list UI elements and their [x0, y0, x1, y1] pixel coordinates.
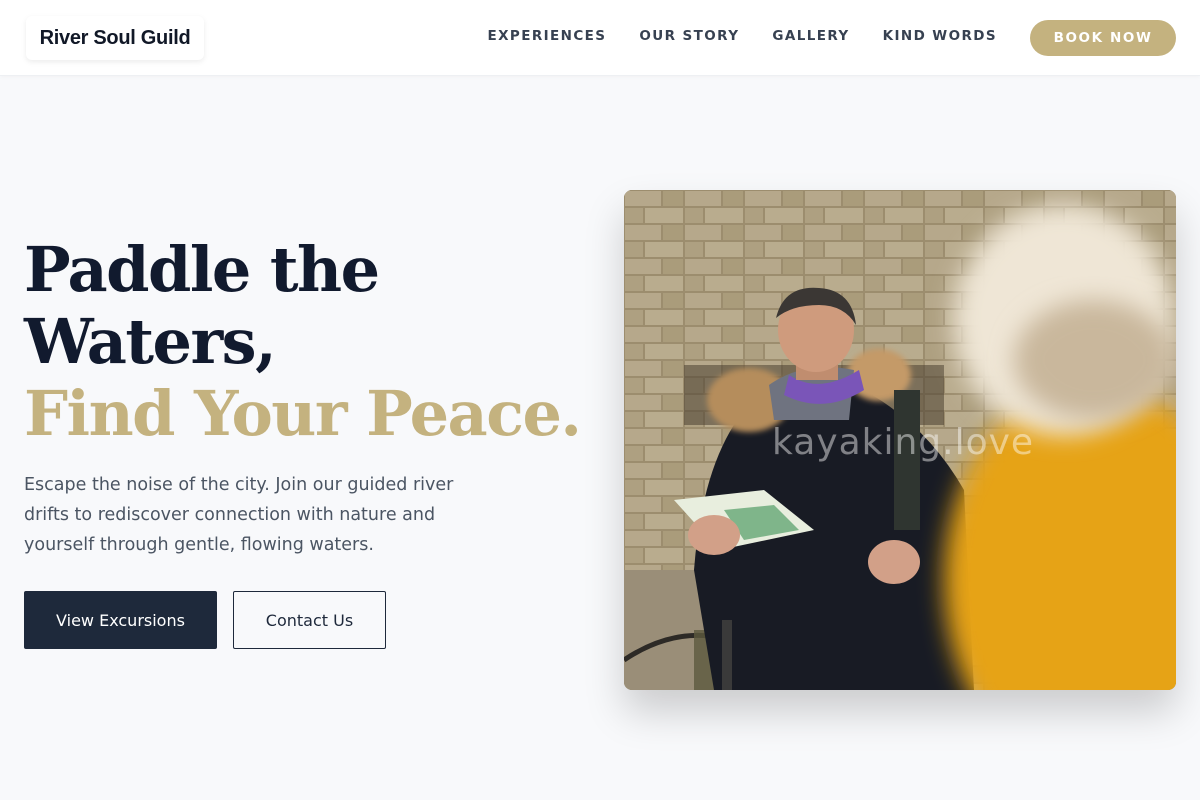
hero-title-line-2: Waters,: [24, 305, 277, 378]
view-excursions-button[interactable]: View Excursions: [24, 591, 217, 649]
main-nav: Experiences Our Story Gallery Kind Words: [487, 25, 997, 47]
hero-title-accent: Find Your Peace.: [24, 377, 582, 450]
site-logo[interactable]: River Soul Guild: [26, 16, 204, 60]
nav-link-kind-words[interactable]: Kind Words: [883, 25, 997, 47]
hero-title-line-1: Paddle the: [24, 233, 380, 306]
nav-link-our-story[interactable]: Our Story: [639, 25, 739, 47]
nav-link-gallery[interactable]: Gallery: [772, 25, 849, 47]
hero-title: Paddle the Waters, Find Your Peace.: [24, 234, 604, 450]
hero-description: Escape the noise of the city. Join our g…: [24, 475, 454, 555]
image-watermark: kayaking.love: [772, 422, 1035, 463]
hero-photo: kayaking.love: [624, 190, 1176, 690]
nav-link-experiences[interactable]: Experiences: [487, 25, 606, 47]
site-header: River Soul Guild Experiences Our Story G…: [0, 0, 1200, 76]
contact-us-button[interactable]: Contact Us: [233, 591, 386, 649]
book-now-button[interactable]: Book Now: [1030, 20, 1176, 56]
